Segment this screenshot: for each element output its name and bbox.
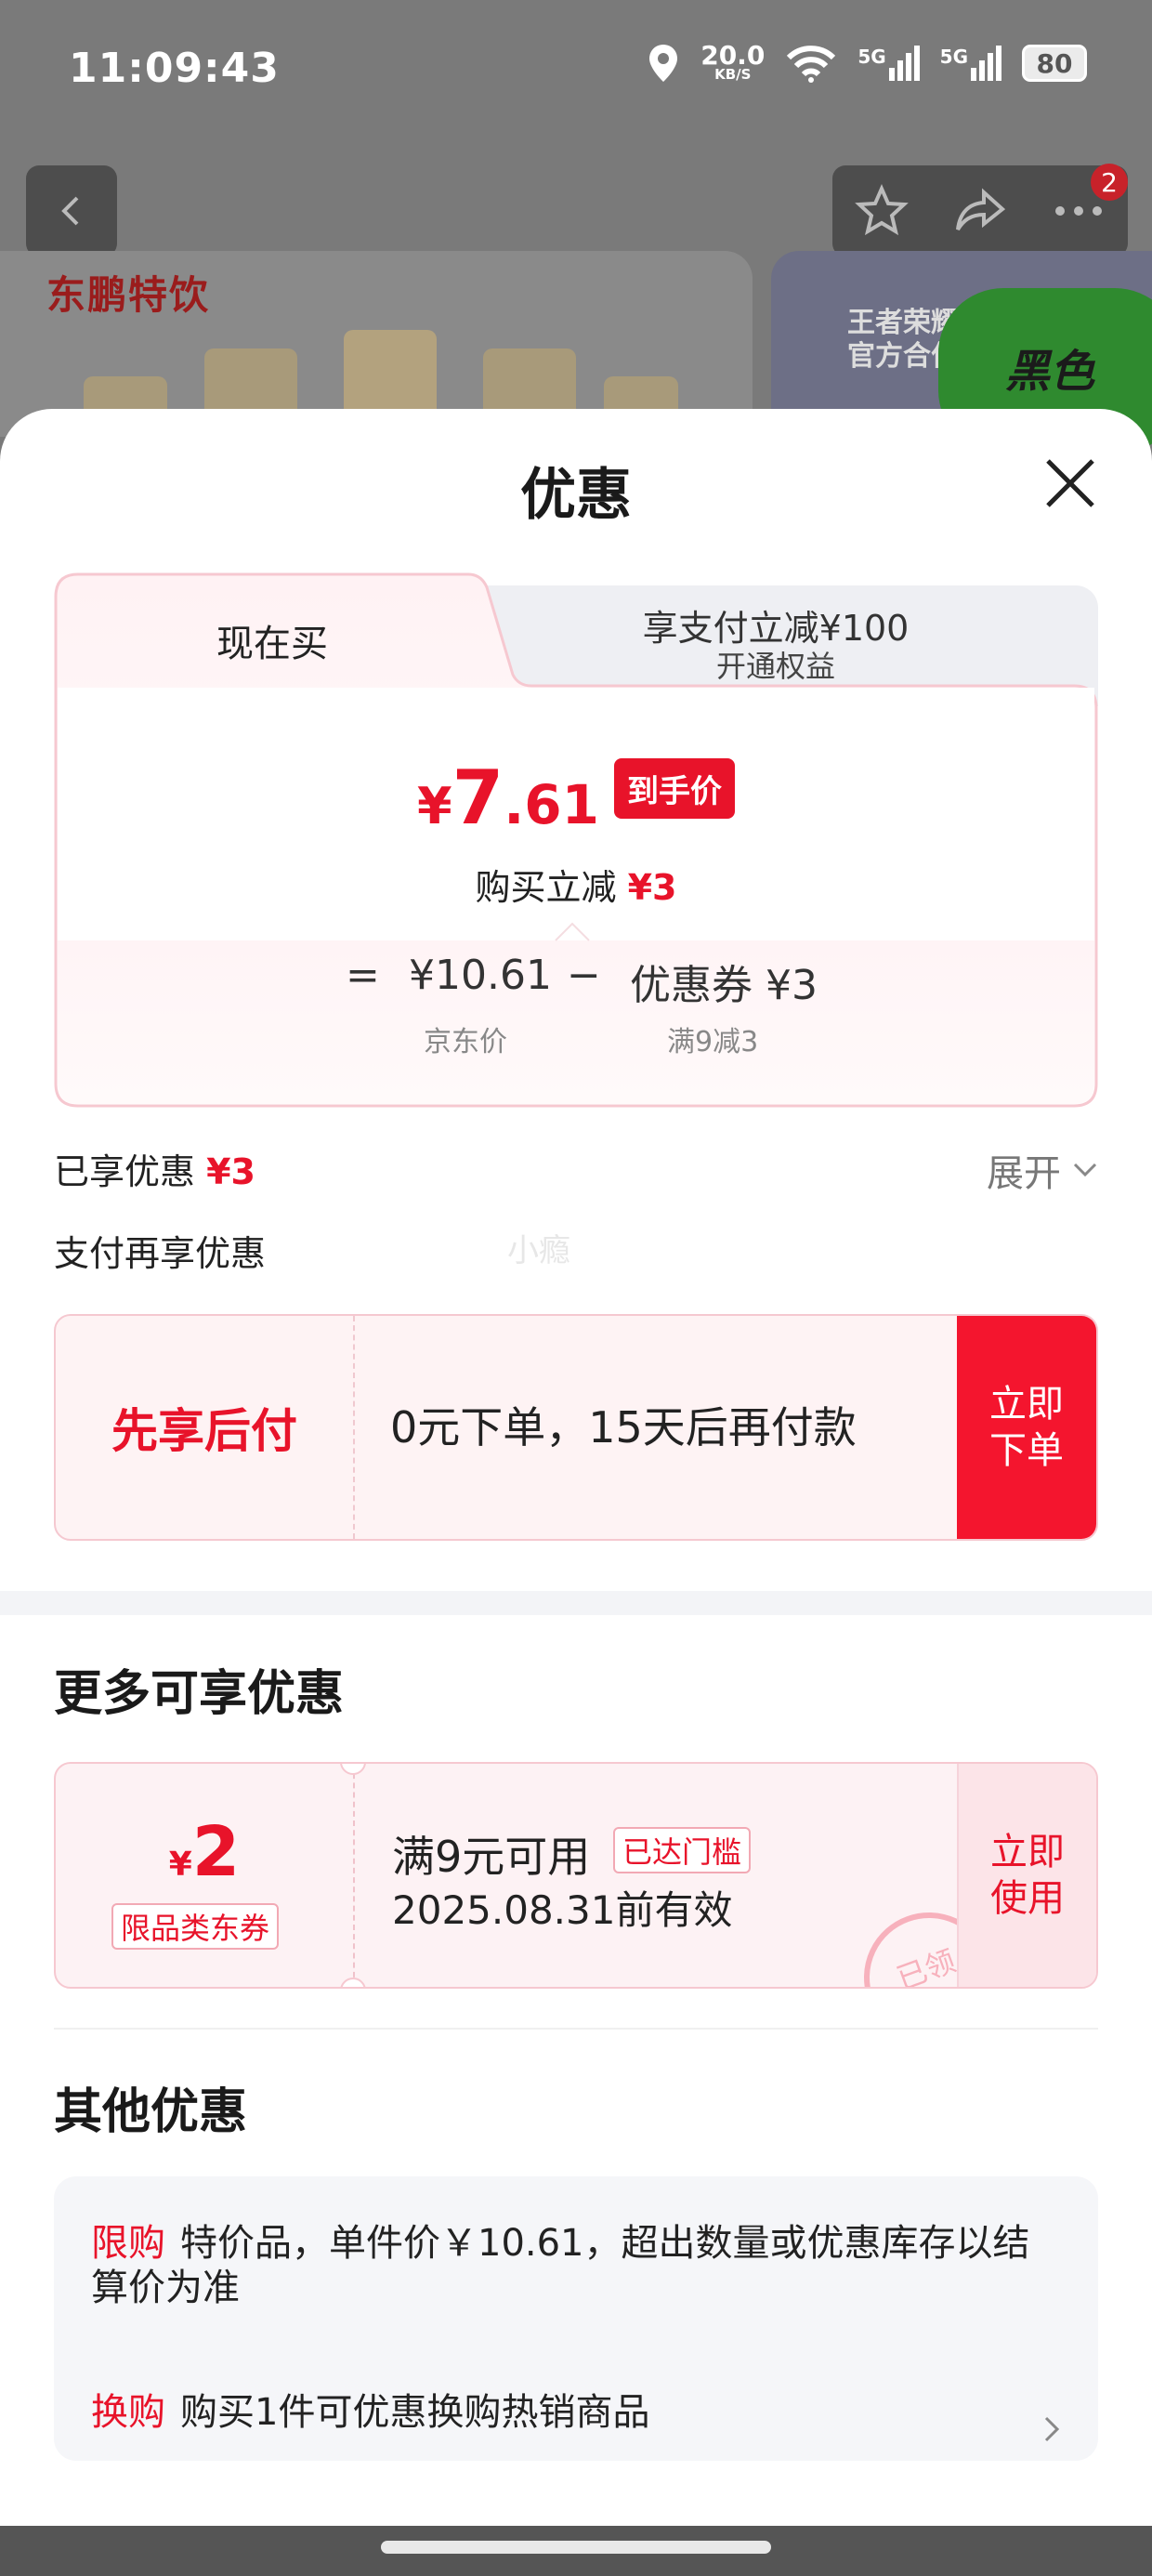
signal-5g-2: 5G <box>940 46 1001 81</box>
sheet-title: 优惠 <box>520 463 632 528</box>
status-bar: 11:09:43 20.0 KB/S 5G 5G 80 <box>0 0 1152 139</box>
chevron-right-icon[interactable] <box>1042 2414 1061 2444</box>
threshold-reached-tag: 已达门槛 <box>613 1827 752 1873</box>
expand-button[interactable]: 展开 <box>987 1143 1098 1197</box>
pay-later-desc: 0元下单，15天后再付款 <box>390 1402 857 1452</box>
price-panel: 享支付立减¥100 开通权益 现在买 ¥7.61 到手价 购买立减 ¥3 = ¥… <box>54 572 1098 1108</box>
tab-buy-now[interactable]: 现在买 <box>54 613 491 667</box>
star-icon[interactable] <box>854 183 910 239</box>
use-now-button[interactable]: 立即 使用 <box>957 1764 1096 1987</box>
cart-count-badge: 2 <box>1091 164 1128 201</box>
other-offers-box: 限购 特价品，单件价￥10.61，超出数量或优惠库存以结算价为准 换购 购买1件可优… <box>54 2176 1098 2461</box>
brand-logo: 东鹏特饮 <box>46 272 211 318</box>
offer-limit-tag: 限购 <box>91 2222 165 2265</box>
order-now-button[interactable]: 立即 下单 <box>957 1316 1096 1539</box>
coupon-rule-label: 满9减3 <box>667 1026 759 1058</box>
coupon-type-tag: 限品类东券 <box>111 1903 280 1950</box>
chevron-left-icon <box>61 196 79 226</box>
pay-later-card: 先享后付 0元下单，15天后再付款 立即 下单 <box>54 1314 1098 1541</box>
more-offers-title: 更多可享优惠 <box>54 1666 345 1722</box>
location-icon <box>649 45 678 82</box>
coupon-value-area: ¥2 限品类东券 <box>56 1764 353 1987</box>
coupon-condition: 满9元可用 <box>392 1832 591 1882</box>
signal-5g-1: 5G <box>857 46 920 81</box>
top-actions <box>832 165 1128 256</box>
list-price-label: 京东价 <box>424 1026 507 1058</box>
list-price: ¥10.61 <box>409 952 552 999</box>
network-speed: 20.0 KB/S <box>700 40 766 83</box>
offer-limit-text: 特价品，单件价￥10.61，超出数量或优惠库存以结算价为准 <box>91 2222 1030 2309</box>
divider <box>54 2028 1098 2030</box>
minus-sign: − <box>567 952 601 999</box>
back-button[interactable] <box>26 165 117 256</box>
coupon-card: ¥2 限品类东券 满9元可用 已达门槛 2025.08.31前有效 已领 立即 … <box>54 1762 1098 1989</box>
coupon-value: ¥2 <box>168 1812 241 1892</box>
final-price: ¥7.61 <box>417 755 599 841</box>
purchase-reduction: 购买立减 ¥3 <box>475 867 677 908</box>
price-formula: = ¥10.61 − 优惠券 ¥3 <box>54 952 1098 1009</box>
share-icon[interactable] <box>952 183 1008 239</box>
equals-sign: = <box>346 952 380 999</box>
close-icon[interactable] <box>1042 455 1098 511</box>
final-price-tag: 到手价 <box>614 758 735 819</box>
coupon-divider <box>353 1764 355 1987</box>
offer-limit: 限购 特价品，单件价￥10.61，超出数量或优惠库存以结算价为准 <box>91 2221 1039 2310</box>
coupon-deduction: 优惠券 ¥3 <box>630 962 818 1009</box>
coupon-expiry: 2025.08.31前有效 <box>392 1887 733 1933</box>
status-icons: 20.0 KB/S 5G 5G 80 <box>647 43 1087 84</box>
enjoyed-discount: 已享优惠 ¥3 <box>54 1151 255 1192</box>
more-icon[interactable] <box>1051 202 1106 220</box>
battery-icon: 80 <box>1022 45 1087 82</box>
pay-more-label: 支付再享优惠 <box>54 1233 267 1274</box>
discount-sheet: 优惠 享支付立减¥100 开通权益 现在买 ¥7.61 到手价 购买立减 ¥3 … <box>0 409 1152 2576</box>
section-separator <box>0 1591 1152 1615</box>
status-time: 11:09:43 <box>69 45 280 92</box>
other-offers-title: 其他优惠 <box>54 2084 248 2140</box>
home-indicator[interactable] <box>381 2541 771 2554</box>
pay-later-divider <box>353 1316 355 1539</box>
pay-later-title: 先享后付 <box>111 1404 297 1458</box>
promo-badge-text: 黑色 <box>1005 346 1095 398</box>
chevron-down-icon <box>1073 1163 1097 1177</box>
final-price-row: ¥7.61 到手价 <box>54 758 1098 835</box>
watermark: 小瘾 <box>507 1232 570 1269</box>
offer-exchange[interactable]: 换购 购买1件可优惠换购热销商品 <box>91 2390 1039 2435</box>
wifi-icon <box>787 46 836 83</box>
offer-exchange-tag: 换购 <box>91 2391 165 2434</box>
offer-exchange-text: 购买1件可优惠换购热销商品 <box>180 2391 650 2434</box>
